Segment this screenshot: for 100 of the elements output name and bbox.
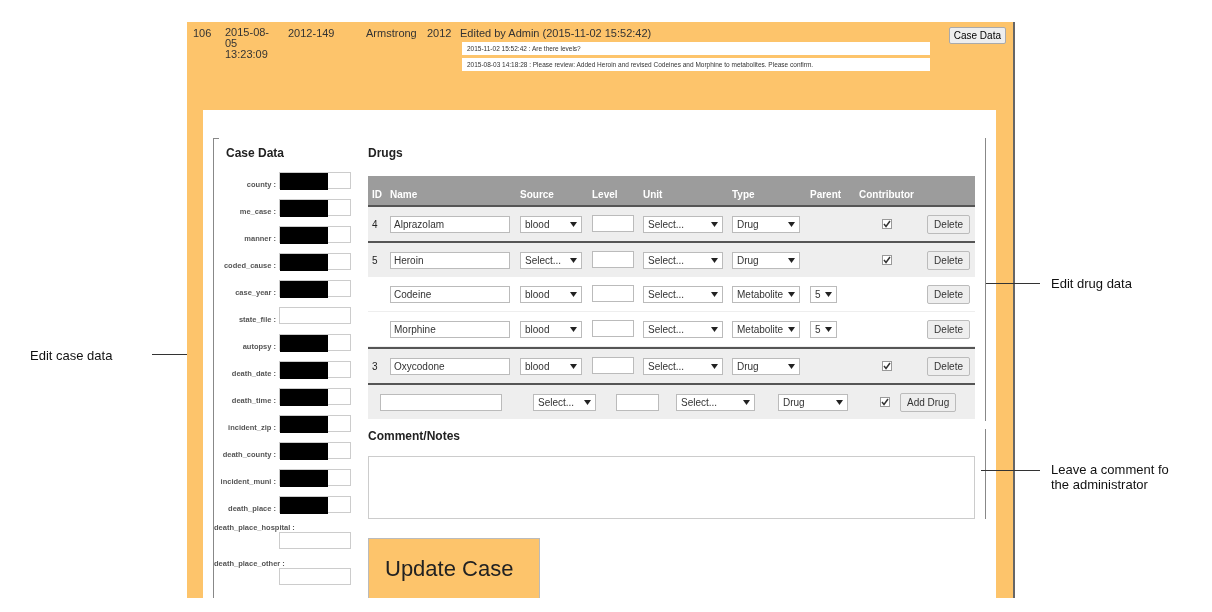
annotation-text: Leave a comment fo the administrator bbox=[1051, 462, 1170, 492]
caret-icon bbox=[711, 257, 718, 263]
delete-button[interactable]: Delete bbox=[927, 284, 970, 304]
input-field[interactable] bbox=[279, 442, 351, 459]
checkbox[interactable] bbox=[880, 397, 890, 407]
name-field[interactable]: Alprazolam bbox=[390, 215, 510, 233]
drug-id: 3 bbox=[372, 360, 378, 372]
redaction-bar bbox=[280, 497, 328, 514]
level-field[interactable] bbox=[616, 393, 659, 411]
delete-button[interactable]: Delete bbox=[927, 250, 970, 270]
caret-icon bbox=[788, 257, 795, 263]
dropdown[interactable]: blood bbox=[520, 215, 582, 233]
level-field[interactable] bbox=[592, 250, 634, 268]
dropdown[interactable]: blood bbox=[520, 285, 582, 303]
redaction-bar bbox=[280, 254, 328, 271]
drug-id: 5 bbox=[372, 254, 378, 266]
caret-icon bbox=[743, 399, 750, 405]
case-number: 2012-149 bbox=[288, 27, 336, 41]
dropdown[interactable]: Select... bbox=[643, 251, 723, 269]
dropdown[interactable]: Select... bbox=[533, 393, 596, 411]
column-header: Type bbox=[732, 189, 756, 200]
checkbox[interactable] bbox=[881, 361, 892, 371]
annotation-text: Edit drug data bbox=[1051, 276, 1132, 291]
input-field[interactable] bbox=[279, 361, 351, 378]
input-field[interactable] bbox=[279, 199, 351, 216]
checkbox[interactable] bbox=[881, 255, 892, 265]
record-date: 2015-08-05 13:23:09 bbox=[225, 27, 271, 62]
caret-icon bbox=[788, 326, 795, 332]
annotation-text: Edit case data bbox=[30, 348, 113, 363]
column-header: Name bbox=[390, 189, 419, 200]
redaction-bar bbox=[280, 416, 328, 433]
input-field[interactable] bbox=[279, 496, 351, 513]
dropdown[interactable]: 5 bbox=[810, 320, 837, 338]
input-field[interactable] bbox=[279, 334, 351, 351]
level-field[interactable] bbox=[592, 284, 634, 302]
column-header: Contributor bbox=[858, 189, 915, 200]
dropdown[interactable]: Select... bbox=[643, 320, 723, 338]
drug-id: 4 bbox=[372, 218, 378, 230]
redaction-bar bbox=[280, 200, 328, 217]
input-field[interactable] bbox=[279, 568, 351, 585]
level-field[interactable] bbox=[592, 319, 634, 337]
section-title: Drugs bbox=[368, 146, 404, 160]
caret-icon bbox=[570, 257, 577, 263]
dropdown[interactable]: Drug bbox=[778, 393, 848, 411]
column-header: Level bbox=[592, 189, 619, 200]
input-field[interactable] bbox=[279, 307, 351, 324]
redaction-bar bbox=[280, 173, 328, 190]
caret-icon bbox=[711, 221, 718, 227]
name-field[interactable]: Morphine bbox=[390, 320, 510, 338]
redaction-bar bbox=[280, 362, 328, 379]
delete-button[interactable]: Delete bbox=[927, 214, 970, 234]
caret-icon bbox=[788, 291, 795, 297]
dropdown[interactable]: Select... bbox=[643, 285, 723, 303]
delete-button[interactable]: Delete bbox=[927, 356, 970, 376]
dropdown[interactable]: Select... bbox=[643, 357, 723, 375]
caret-icon bbox=[570, 363, 577, 369]
dropdown[interactable]: Select... bbox=[520, 251, 582, 269]
input-field[interactable] bbox=[279, 388, 351, 405]
section-title: Case Data bbox=[226, 146, 286, 160]
name-field[interactable]: Oxycodone bbox=[390, 357, 510, 375]
caret-icon bbox=[570, 221, 577, 227]
update-case-button[interactable]: Update Case bbox=[368, 538, 540, 598]
caret-icon bbox=[711, 363, 718, 369]
redaction-bar bbox=[280, 227, 328, 244]
checkbox[interactable] bbox=[881, 219, 892, 229]
input-field[interactable] bbox=[279, 280, 351, 297]
caret-icon bbox=[711, 326, 718, 332]
input-field[interactable] bbox=[279, 415, 351, 432]
dropdown[interactable]: blood bbox=[520, 357, 582, 375]
dropdown[interactable]: Metabolite bbox=[732, 320, 800, 338]
level-field[interactable] bbox=[592, 214, 634, 232]
redaction-bar bbox=[280, 470, 328, 487]
case-data-button[interactable]: Case Data bbox=[948, 27, 1006, 44]
delete-button[interactable]: Delete bbox=[927, 319, 970, 339]
dropdown[interactable]: Drug bbox=[732, 215, 800, 233]
input-field[interactable] bbox=[279, 253, 351, 270]
name-field[interactable] bbox=[380, 393, 502, 411]
dropdown[interactable]: blood bbox=[520, 320, 582, 338]
dropdown[interactable]: Select... bbox=[643, 215, 723, 233]
dropdown[interactable]: 5 bbox=[810, 285, 837, 303]
input-field[interactable] bbox=[279, 226, 351, 243]
caret-icon bbox=[788, 363, 795, 369]
add-drug-button[interactable]: Add Drug bbox=[900, 392, 957, 412]
input-field[interactable] bbox=[279, 172, 351, 189]
caret-icon bbox=[825, 326, 832, 332]
dropdown[interactable]: Metabolite bbox=[732, 285, 800, 303]
dropdown[interactable]: Select... bbox=[676, 393, 755, 411]
caret-icon bbox=[711, 291, 718, 297]
level-field[interactable] bbox=[592, 356, 634, 374]
redaction-bar bbox=[280, 443, 328, 460]
dropdown[interactable]: Drug bbox=[732, 357, 800, 375]
input-field[interactable] bbox=[279, 469, 351, 486]
dropdown[interactable]: Drug bbox=[732, 251, 800, 269]
name-field[interactable]: Codeine bbox=[390, 285, 510, 303]
input-field[interactable] bbox=[279, 532, 351, 549]
comment-field[interactable] bbox=[368, 456, 975, 519]
name-field[interactable]: Heroin bbox=[390, 251, 510, 269]
record-year: 2012 bbox=[427, 27, 453, 41]
column-header: Source bbox=[520, 189, 555, 200]
column-header: Parent bbox=[810, 189, 843, 200]
